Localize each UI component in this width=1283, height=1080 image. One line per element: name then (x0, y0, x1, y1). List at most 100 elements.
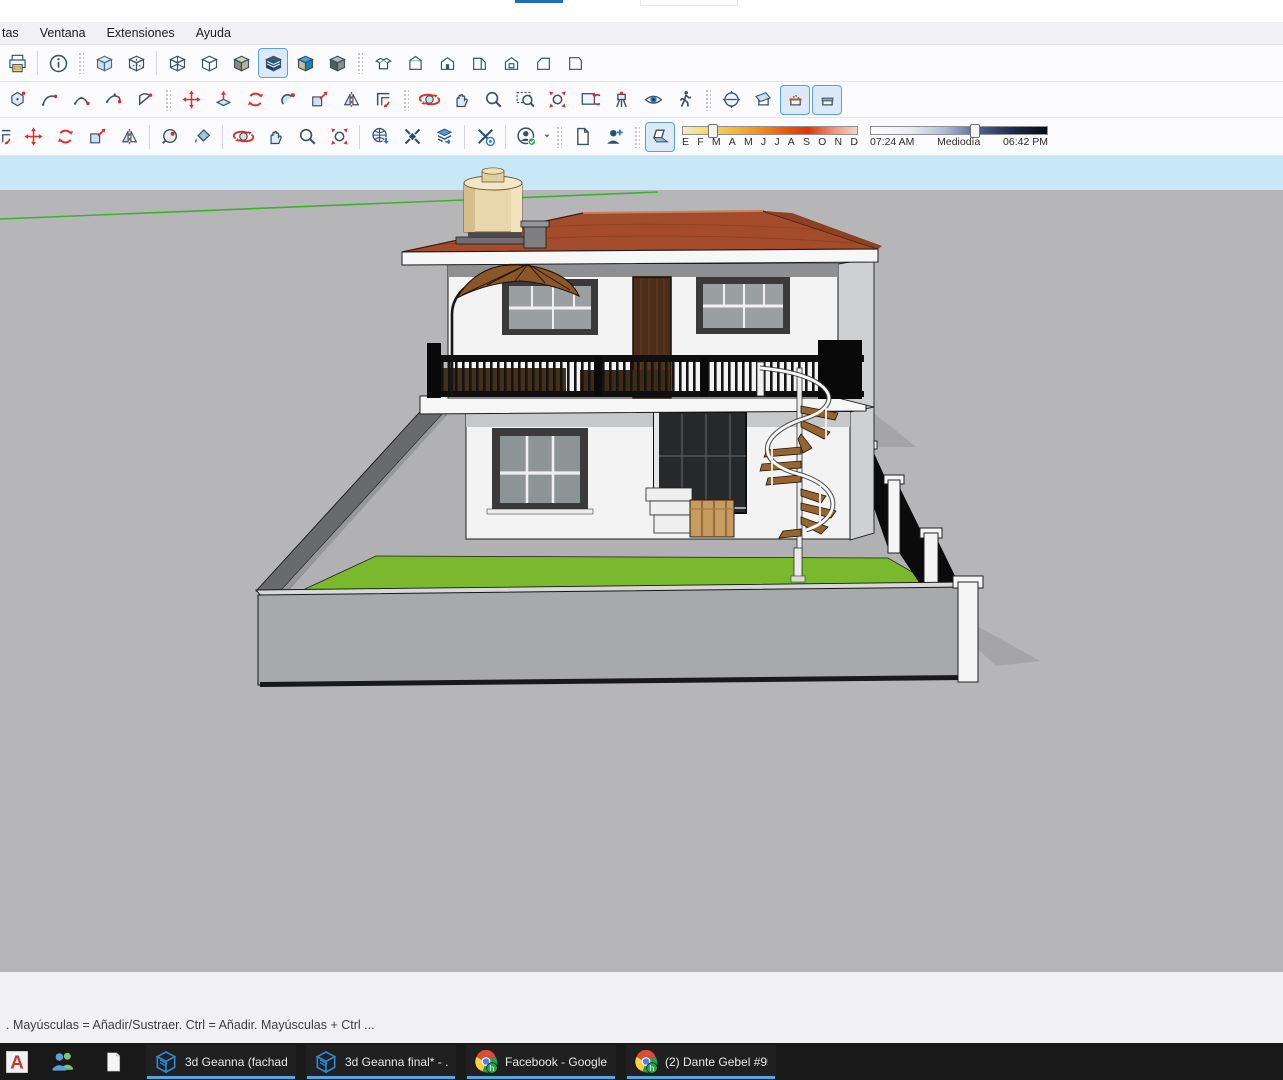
add-collaborator-button[interactable] (599, 122, 629, 152)
flip-button[interactable] (114, 122, 144, 152)
look-around-button[interactable] (638, 85, 668, 115)
rotate-button[interactable] (50, 122, 80, 152)
menu-ayuda[interactable]: Ayuda (196, 26, 231, 40)
account-button[interactable] (511, 122, 541, 152)
offset-button[interactable] (368, 85, 398, 115)
style-shaded-colors-button[interactable] (290, 48, 320, 78)
shadow-time-slider[interactable]: 07:24 AMMediodía06:42 PM (870, 126, 1048, 148)
toolbar-grip-handle[interactable] (634, 126, 640, 148)
extension-manager-button[interactable] (470, 122, 500, 152)
toolbar-edit-warehouse-shadows: EFMAMJJASOND 07:24 AMMediodía06:42 PM (0, 118, 1283, 156)
time-slider-handle[interactable] (970, 124, 980, 138)
account-dropdown-caret[interactable] (542, 128, 552, 146)
pan-button[interactable] (446, 85, 476, 115)
get-models-button[interactable] (365, 122, 395, 152)
menu-extensiones[interactable]: Extensiones (107, 26, 175, 40)
extension-warehouse-button[interactable] (397, 122, 427, 152)
walk-button[interactable] (670, 85, 700, 115)
shadow-toggle-button[interactable] (645, 122, 675, 152)
view-front-button[interactable] (432, 48, 462, 78)
offset-button[interactable] (1, 122, 16, 152)
zoom-extents-button[interactable] (542, 85, 572, 115)
move-button[interactable] (176, 85, 206, 115)
pie-button[interactable] (130, 85, 160, 115)
taskbar-notepad-icon[interactable] (98, 1045, 128, 1079)
extension-warehouse-icon (402, 126, 423, 147)
toolbar-grip-handle[interactable] (357, 52, 363, 74)
two-point-arc-button[interactable] (66, 85, 96, 115)
style-hidden-line-button[interactable] (194, 48, 224, 78)
taskbar-autocad-icon[interactable]: A (2, 1045, 32, 1079)
zoom-button[interactable] (292, 122, 322, 152)
new-document-button[interactable] (567, 122, 597, 152)
print-button[interactable] (2, 48, 32, 78)
taskbar-window-sketchup-3[interactable]: 3d Geanna (fachad... (146, 1045, 296, 1079)
toolbar-grip-handle[interactable] (705, 89, 711, 111)
perimeter-wall-front (256, 582, 970, 687)
previous-view-button[interactable] (574, 85, 604, 115)
menu-tas[interactable]: tas (2, 26, 19, 40)
polygon-button[interactable] (2, 85, 32, 115)
pan-button[interactable] (260, 122, 290, 152)
viewport-3d[interactable] (0, 156, 1283, 972)
scale-button[interactable] (304, 85, 334, 115)
orbit-button[interactable] (414, 85, 444, 115)
taskbar-window-sketchup-4[interactable]: 3d Geanna final* - ... (306, 1045, 456, 1079)
style-shaded-textures-button[interactable] (258, 48, 288, 78)
rotate-button[interactable] (240, 85, 270, 115)
follow-me-button[interactable] (272, 85, 302, 115)
zoom-extents-button[interactable] (324, 122, 354, 152)
display-section-planes-button[interactable] (748, 85, 778, 115)
toolbar-grip-handle[interactable] (78, 52, 84, 74)
scale-button[interactable] (82, 122, 112, 152)
arc-button[interactable] (34, 85, 64, 115)
display-section-cuts-button[interactable] (780, 85, 810, 115)
shadow-month-slider[interactable]: EFMAMJJASOND (682, 126, 858, 148)
zoom-button[interactable] (478, 85, 508, 115)
roof-chimney (521, 221, 549, 248)
rotate-icon (245, 89, 266, 110)
arc-icon (39, 89, 60, 110)
view-back-button[interactable] (496, 48, 526, 78)
month-label: S (803, 136, 810, 148)
move-button[interactable] (18, 122, 48, 152)
toolbar-grip-handle[interactable] (556, 126, 562, 148)
paint-bucket-button[interactable] (187, 122, 217, 152)
menu-bar: tas Ventana Extensiones Ayuda (0, 22, 1283, 45)
month-slider-handle[interactable] (708, 124, 718, 138)
flip-button[interactable] (336, 85, 366, 115)
share-model-button[interactable] (429, 122, 459, 152)
three-point-arc-button[interactable] (98, 85, 128, 115)
toolbar-grip-handle[interactable] (165, 89, 171, 111)
toolbar-separator (156, 51, 157, 75)
style-wireframe-button[interactable] (162, 48, 192, 78)
svg-text:A: A (10, 1051, 24, 1072)
zoom-icon (297, 126, 318, 147)
taskbar-window-chrome-5[interactable]: hFacebook - Google ... (466, 1045, 616, 1079)
position-camera-button[interactable] (606, 85, 636, 115)
menu-ventana[interactable]: Ventana (40, 26, 86, 40)
view-right-button[interactable] (464, 48, 494, 78)
view-top-button[interactable] (400, 48, 430, 78)
display-section-fill-button[interactable] (812, 85, 842, 115)
three-point-arc-icon (103, 89, 124, 110)
taskbar-window-chrome-6[interactable]: h(2) Dante Gebel #95... (626, 1045, 776, 1079)
style-shaded-button[interactable] (226, 48, 256, 78)
toolbar-grip-handle[interactable] (403, 89, 409, 111)
corner-gate-post (953, 576, 983, 682)
view-left-button[interactable] (528, 48, 558, 78)
section-plane-button[interactable] (716, 85, 746, 115)
section-plane-icon (721, 89, 742, 110)
taskbar-people-icon[interactable] (48, 1045, 78, 1079)
zoom-window-button[interactable] (510, 85, 540, 115)
style-back-edges-button[interactable] (121, 48, 151, 78)
style-monochrome-button[interactable] (322, 48, 352, 78)
get-models-icon (370, 126, 391, 147)
view-bottom-button[interactable] (560, 48, 590, 78)
model-info-button[interactable] (43, 48, 73, 78)
style-xray-button[interactable] (89, 48, 119, 78)
orbit-button[interactable] (228, 122, 258, 152)
push-pull-button[interactable] (208, 85, 238, 115)
paint-sample-button[interactable] (155, 122, 185, 152)
view-iso-button[interactable] (368, 48, 398, 78)
